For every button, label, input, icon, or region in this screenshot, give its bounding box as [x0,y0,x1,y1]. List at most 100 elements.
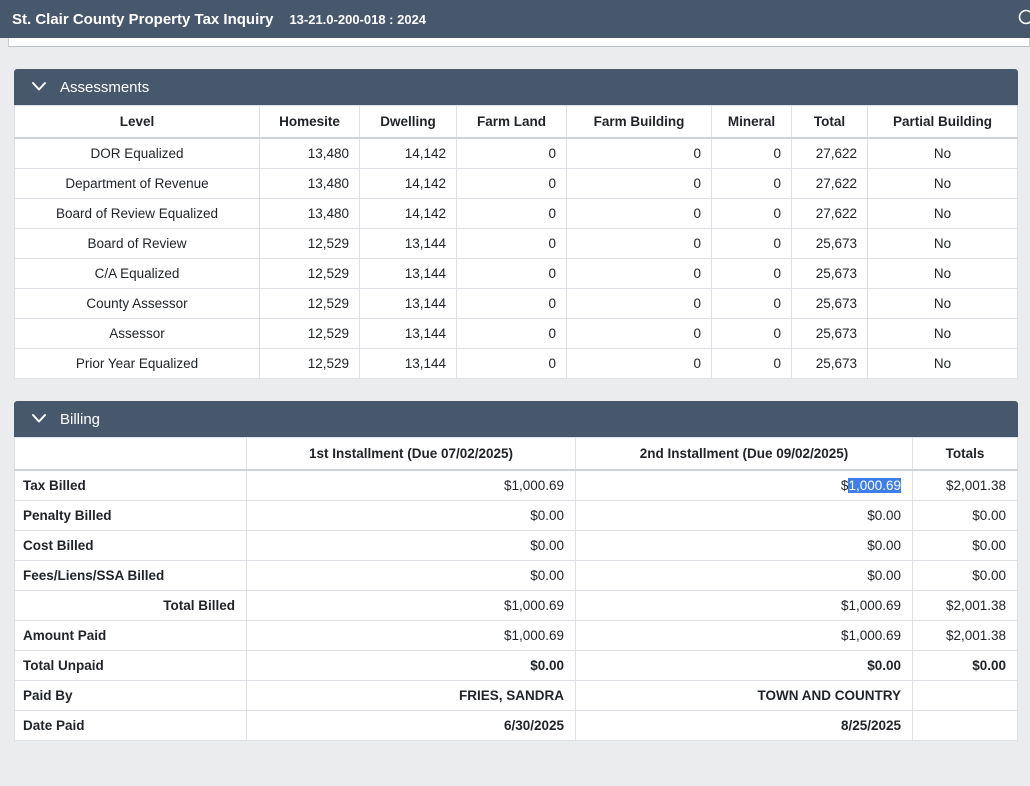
table-cell: 0 [457,319,567,349]
table-cell: Penalty Billed [15,501,247,531]
table-cell: 0 [567,289,712,319]
table-cell [913,711,1018,741]
table-row: Amount Paid$1,000.69$1,000.69$2,001.38 [15,621,1018,651]
app-header: St. Clair County Property Tax Inquiry 13… [0,0,1030,38]
table-cell: $1,000.69 [247,621,576,651]
table-cell: 0 [567,319,712,349]
table-cell: 13,144 [360,229,457,259]
table-row: Prior Year Equalized12,52913,14400025,67… [15,349,1018,379]
table-row: C/A Equalized12,52913,14400025,673No [15,259,1018,289]
table-row: Board of Review Equalized13,48014,142000… [15,199,1018,229]
column-header: 2nd Installment (Due 09/02/2025) [576,438,913,471]
column-header: Total [792,106,868,139]
table-row: Penalty Billed$0.00$0.00$0.00 [15,501,1018,531]
table-cell: 25,673 [792,289,868,319]
table-cell: 0 [567,229,712,259]
table-cell: Cost Billed [15,531,247,561]
column-header: Homesite [260,106,360,139]
table-cell: 27,622 [792,138,868,169]
table-cell: $0.00 [576,561,913,591]
table-cell: No [868,199,1018,229]
table-cell: Amount Paid [15,621,247,651]
table-cell: 13,480 [260,138,360,169]
column-header: Partial Building [868,106,1018,139]
billing-section: Billing 1st Installment (Due 07/02/2025)… [14,401,1018,741]
table-cell: No [868,169,1018,199]
search-icon[interactable] [1017,8,1030,30]
table-cell: Total Unpaid [15,651,247,681]
table-cell: Assessor [15,319,260,349]
billing-header-row: 1st Installment (Due 07/02/2025)2nd Inst… [15,438,1018,471]
app-title: St. Clair County Property Tax Inquiry [12,11,273,28]
table-cell: 0 [457,199,567,229]
table-cell: 0 [457,138,567,169]
table-cell: 13,480 [260,199,360,229]
table-cell: C/A Equalized [15,259,260,289]
table-cell: $0.00 [913,531,1018,561]
table-cell: 0 [567,259,712,289]
table-cell: 25,673 [792,319,868,349]
table-row: Cost Billed$0.00$0.00$0.00 [15,531,1018,561]
table-cell: $2,001.38 [913,621,1018,651]
table-cell: 14,142 [360,138,457,169]
assessments-section: Assessments LevelHomesiteDwellingFarm La… [14,69,1018,379]
table-cell: TOWN AND COUNTRY [576,681,913,711]
column-header [15,438,247,471]
table-cell: 27,622 [792,169,868,199]
table-cell: Tax Billed [15,470,247,501]
table-row: Fees/Liens/SSA Billed$0.00$0.00$0.00 [15,561,1018,591]
table-cell: 13,144 [360,349,457,379]
table-cell: $0.00 [247,651,576,681]
chevron-down-icon [31,411,47,428]
table-cell: 0 [457,289,567,319]
table-row: Board of Review12,52913,14400025,673No [15,229,1018,259]
table-cell: 12,529 [260,349,360,379]
assessments-section-title: Assessments [60,79,149,96]
table-cell: 0 [457,169,567,199]
table-cell: 12,529 [260,259,360,289]
table-cell: 12,529 [260,319,360,349]
table-cell: 25,673 [792,259,868,289]
table-cell: 0 [567,199,712,229]
assessments-header-row: LevelHomesiteDwellingFarm LandFarm Build… [15,106,1018,139]
table-cell [913,681,1018,711]
table-cell: Total Billed [15,591,247,621]
chevron-down-icon [31,79,47,96]
table-cell: 0 [567,138,712,169]
table-cell: $0.00 [913,501,1018,531]
table-cell: 0 [457,259,567,289]
table-cell: No [868,349,1018,379]
column-header: Farm Building [567,106,712,139]
table-cell: 0 [567,349,712,379]
table-cell: No [868,229,1018,259]
table-cell: Paid By [15,681,247,711]
table-cell: 25,673 [792,229,868,259]
selected-text: 1,000.69 [848,478,901,493]
table-row: DOR Equalized13,48014,14200027,622No [15,138,1018,169]
table-cell: 14,142 [360,169,457,199]
table-cell: 0 [567,169,712,199]
table-cell: $1,000.69 [576,591,913,621]
table-row: Paid ByFRIES, SANDRATOWN AND COUNTRY [15,681,1018,711]
table-cell: 6/30/2025 [247,711,576,741]
table-cell: $2,001.38 [913,591,1018,621]
table-cell: $0.00 [247,531,576,561]
table-row: Tax Billed$1,000.69$1,000.69$2,001.38 [15,470,1018,501]
table-cell: $0.00 [576,501,913,531]
table-cell: Fees/Liens/SSA Billed [15,561,247,591]
table-cell: 0 [712,289,792,319]
table-cell: $1,000.69 [247,470,576,501]
parcel-id: 13-21.0-200-018 : 2024 [289,12,426,27]
table-cell: $2,001.38 [913,470,1018,501]
table-cell: $0.00 [576,651,913,681]
assessments-section-header[interactable]: Assessments [14,69,1018,105]
table-row: Total Billed$1,000.69$1,000.69$2,001.38 [15,591,1018,621]
table-cell: County Assessor [15,289,260,319]
billing-section-header[interactable]: Billing [14,401,1018,437]
table-cell: 0 [712,229,792,259]
table-cell: 27,622 [792,199,868,229]
table-row: Assessor12,52913,14400025,673No [15,319,1018,349]
table-cell: $0.00 [247,501,576,531]
table-cell: 0 [712,259,792,289]
table-cell: DOR Equalized [15,138,260,169]
